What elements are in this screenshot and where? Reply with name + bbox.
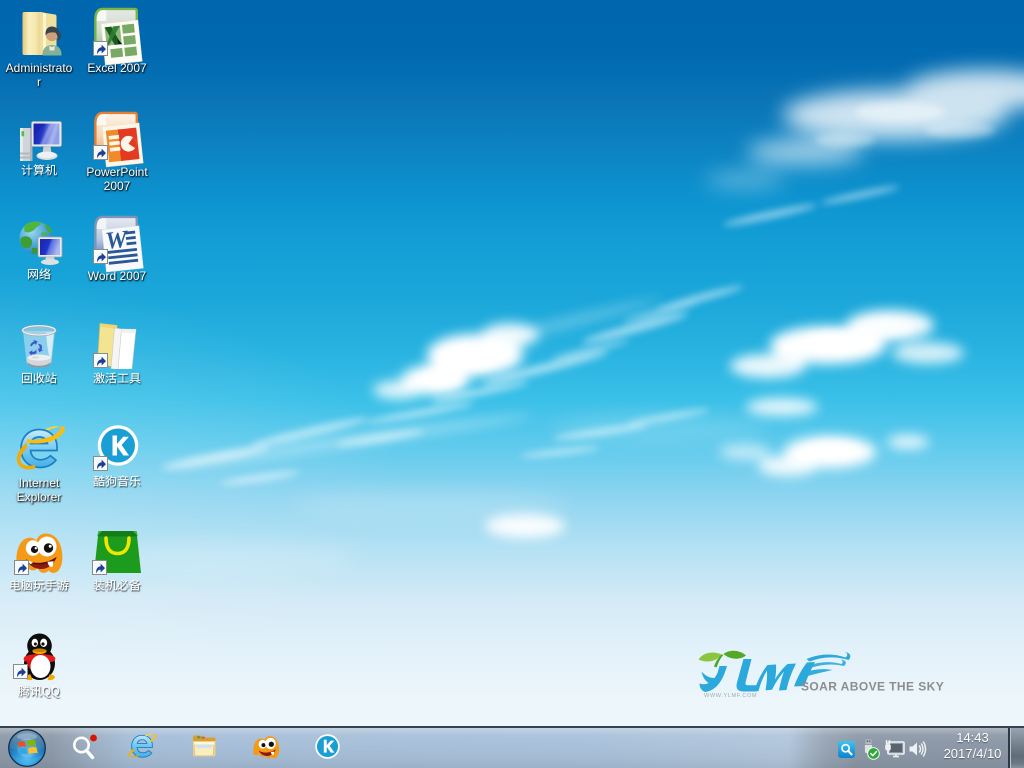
- svg-text:WWW.YLMF.COM: WWW.YLMF.COM: [704, 693, 757, 699]
- svg-text:SOAR ABOVE THE SKY: SOAR ABOVE THE SKY: [801, 680, 944, 694]
